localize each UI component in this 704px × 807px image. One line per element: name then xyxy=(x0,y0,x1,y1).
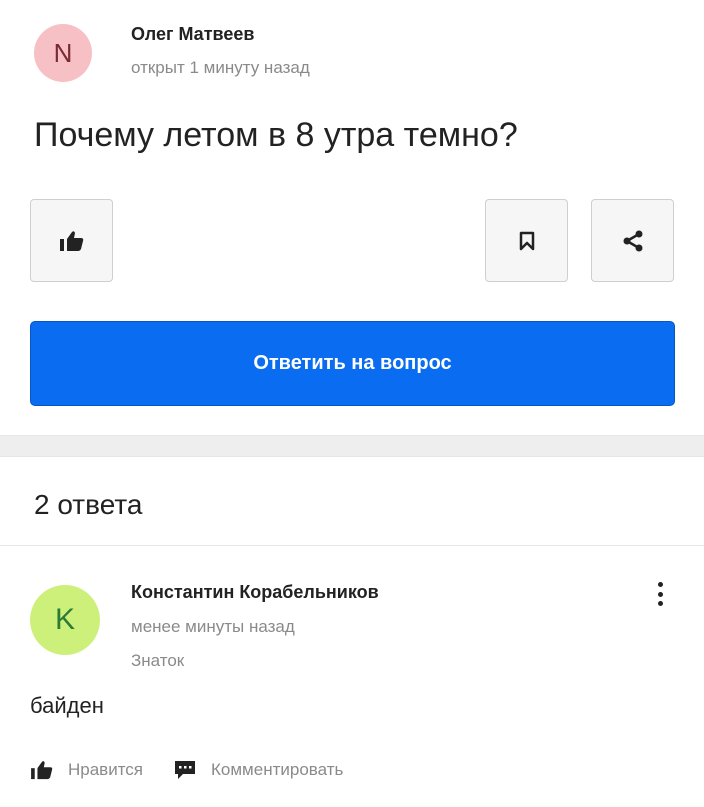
question-author-name[interactable]: Олег Матвеев xyxy=(131,24,254,45)
question-timestamp: открыт 1 минуту назад xyxy=(131,58,310,77)
more-vertical-icon xyxy=(657,582,663,587)
answer-comment-button[interactable]: Комментировать xyxy=(173,759,343,781)
more-options-button[interactable] xyxy=(650,578,670,610)
answer-author-rank: Знаток xyxy=(131,651,185,670)
question-title: Почему летом в 8 утра темно? xyxy=(34,116,518,154)
answer-author-name[interactable]: Константин Корабельников xyxy=(131,582,379,603)
question-card: N Олег Матвеев открыт 1 минуту назад Поч… xyxy=(0,0,704,436)
answer-question-button[interactable]: Ответить на вопрос xyxy=(30,321,675,406)
avatar[interactable]: N xyxy=(34,24,92,82)
thumbs-up-icon xyxy=(59,230,83,251)
answer-comment-label: Комментировать xyxy=(211,760,344,779)
share-icon xyxy=(623,230,642,251)
answer-like-label: Нравится xyxy=(68,760,144,779)
thumbs-up-icon xyxy=(31,761,53,780)
answer-like-button[interactable]: Нравится xyxy=(30,760,143,780)
bookmark-button[interactable] xyxy=(485,199,568,282)
like-button[interactable] xyxy=(30,199,113,282)
share-button[interactable] xyxy=(591,199,674,282)
answer-text: байден xyxy=(30,693,104,718)
answers-count: 2 ответа xyxy=(34,489,143,520)
answers-header: 2 ответа xyxy=(0,456,704,546)
section-divider xyxy=(0,436,704,456)
answer-timestamp: менее минуты назад xyxy=(131,617,295,636)
answer-avatar[interactable]: K xyxy=(30,585,100,655)
comment-icon xyxy=(175,761,196,779)
answer-actions: Нравится Комментировать xyxy=(30,755,343,785)
bookmark-icon xyxy=(519,231,534,250)
